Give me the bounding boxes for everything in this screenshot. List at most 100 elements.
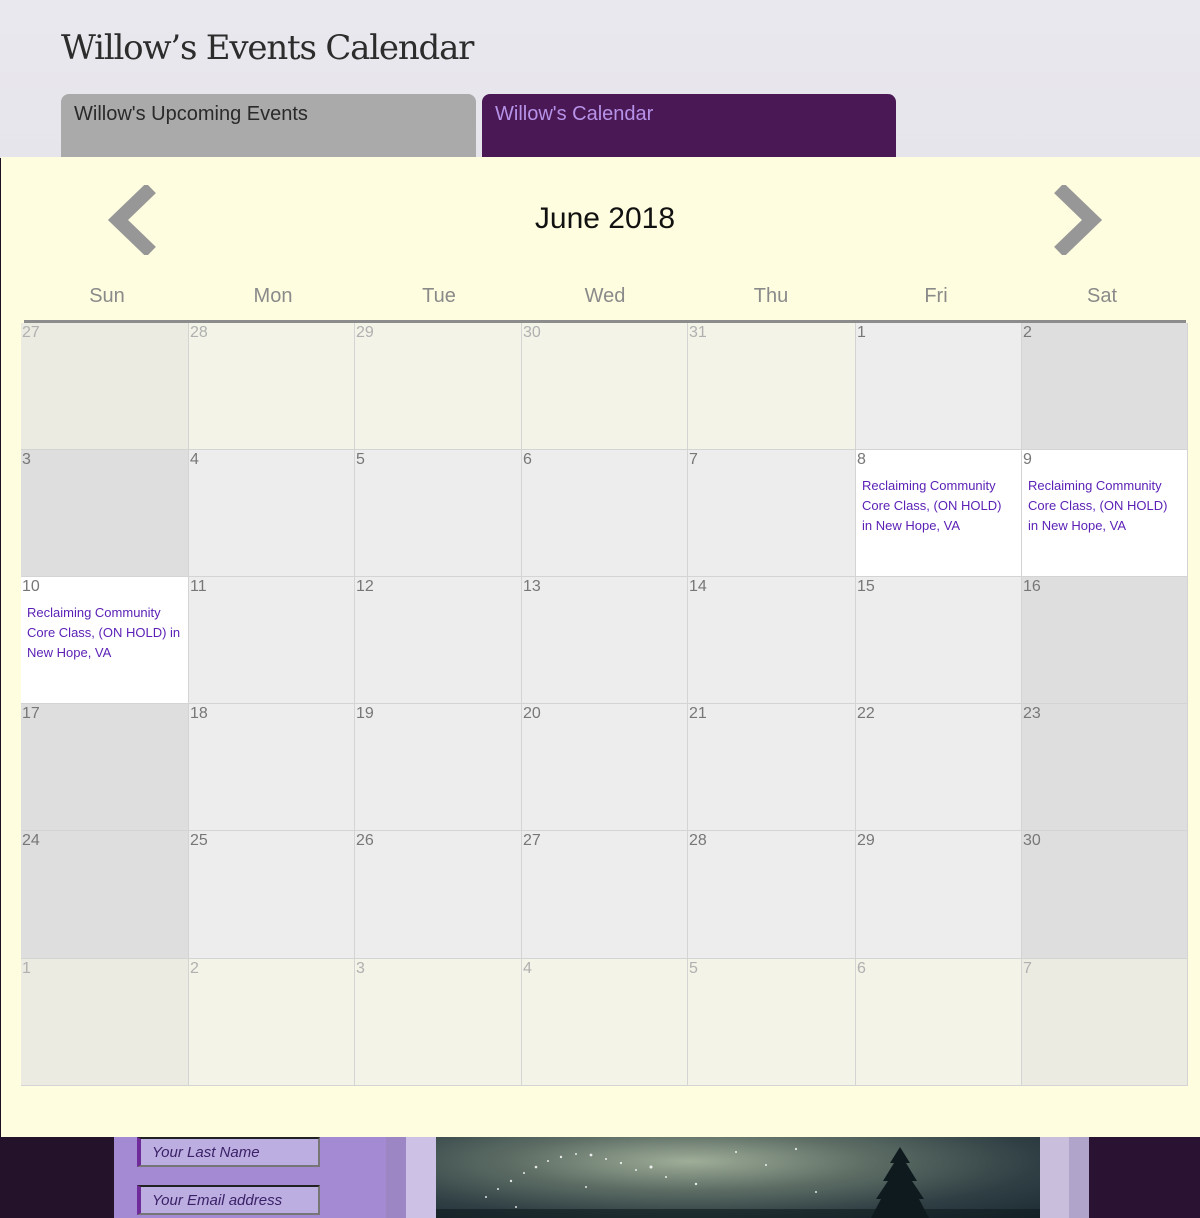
day-number: 26 bbox=[356, 832, 374, 849]
day-cell[interactable]: 19 bbox=[355, 704, 522, 831]
month-title: June 2018 bbox=[534, 202, 676, 235]
day-cell[interactable]: 27 bbox=[522, 831, 688, 959]
day-cell[interactable]: 20 bbox=[522, 704, 688, 831]
day-cell[interactable]: 6 bbox=[522, 450, 688, 577]
day-number: 5 bbox=[689, 960, 698, 977]
day-cell[interactable]: 11 bbox=[189, 577, 355, 704]
day-number: 2 bbox=[1023, 324, 1032, 341]
day-number: 27 bbox=[22, 324, 40, 341]
day-cell[interactable]: 30 bbox=[1022, 831, 1188, 959]
day-number: 3 bbox=[356, 960, 365, 977]
day-cell[interactable]: 16 bbox=[1022, 577, 1188, 704]
day-cell[interactable]: 21 bbox=[688, 704, 856, 831]
site-header: Willow’s Events Calendar Willow's Upcomi… bbox=[0, 0, 1200, 158]
event-link[interactable]: Reclaiming Community Core Class, (ON HOL… bbox=[27, 603, 182, 663]
previous-month-button[interactable] bbox=[102, 183, 162, 257]
day-cell[interactable]: 29 bbox=[856, 831, 1022, 959]
day-cell[interactable]: 1 bbox=[21, 959, 189, 1086]
day-cell[interactable]: 4 bbox=[189, 450, 355, 577]
day-cell[interactable]: 7 bbox=[688, 450, 856, 577]
day-cell[interactable]: 23 bbox=[1022, 704, 1188, 831]
day-number: 28 bbox=[190, 324, 208, 341]
day-cell[interactable]: 22 bbox=[856, 704, 1022, 831]
day-cell[interactable]: 30 bbox=[522, 323, 688, 450]
day-number: 29 bbox=[857, 832, 875, 849]
day-cell[interactable]: 27 bbox=[21, 323, 189, 450]
day-cell[interactable]: 26 bbox=[355, 831, 522, 959]
day-number: 24 bbox=[22, 832, 40, 849]
site-title: Willow’s Events Calendar bbox=[61, 28, 474, 68]
weekday-sun: Sun bbox=[89, 285, 125, 307]
day-cell[interactable]: 28 bbox=[688, 831, 856, 959]
day-cell[interactable]: 4 bbox=[522, 959, 688, 1086]
day-cell[interactable]: 12 bbox=[355, 577, 522, 704]
day-number: 12 bbox=[356, 578, 374, 595]
day-number: 20 bbox=[523, 705, 541, 722]
day-number: 27 bbox=[523, 832, 541, 849]
day-cell[interactable]: 8 Reclaiming Community Core Class, (ON HO… bbox=[856, 450, 1022, 577]
day-cell[interactable]: 25 bbox=[189, 831, 355, 959]
day-number: 18 bbox=[190, 705, 208, 722]
chevron-right-icon bbox=[1054, 183, 1103, 257]
next-month-button[interactable] bbox=[1048, 183, 1108, 257]
day-cell[interactable]: 17 bbox=[21, 704, 189, 831]
day-cell[interactable]: 6 bbox=[856, 959, 1022, 1086]
day-number: 31 bbox=[689, 324, 707, 341]
calendar-grid: 27 28 29 30 31 1 2 3 4 5 6 7 8 Reclaiming Community C… bbox=[21, 323, 1188, 1086]
day-number: 11 bbox=[190, 578, 207, 595]
day-cell[interactable]: 31 bbox=[688, 323, 856, 450]
last-name-field[interactable] bbox=[137, 1137, 320, 1167]
day-number: 9 bbox=[1023, 451, 1032, 468]
day-cell[interactable]: 2 bbox=[1022, 323, 1188, 450]
day-number: 21 bbox=[689, 705, 707, 722]
day-number: 25 bbox=[190, 832, 208, 849]
footer-decor-right bbox=[1089, 1137, 1200, 1218]
day-cell[interactable]: 13 bbox=[522, 577, 688, 704]
footer-strip bbox=[1040, 1137, 1069, 1218]
day-cell[interactable]: 5 bbox=[688, 959, 856, 1086]
weekday-wed: Wed bbox=[584, 285, 626, 307]
day-number: 22 bbox=[857, 705, 875, 722]
day-number: 7 bbox=[1023, 960, 1032, 977]
event-link[interactable]: Reclaiming Community Core Class, (ON HOL… bbox=[1028, 476, 1181, 536]
tab-calendar[interactable]: Willow's Calendar bbox=[482, 94, 896, 158]
day-cell[interactable]: 3 bbox=[355, 959, 522, 1086]
day-cell[interactable]: 28 bbox=[189, 323, 355, 450]
day-cell[interactable]: 15 bbox=[856, 577, 1022, 704]
day-number: 13 bbox=[523, 578, 541, 595]
day-cell[interactable]: 1 bbox=[856, 323, 1022, 450]
day-number: 29 bbox=[356, 324, 374, 341]
day-cell[interactable]: 14 bbox=[688, 577, 856, 704]
day-number: 10 bbox=[22, 578, 40, 595]
event-link[interactable]: Reclaiming Community Core Class, (ON HOL… bbox=[862, 476, 1015, 536]
weekday-mon: Mon bbox=[253, 285, 293, 307]
day-cell[interactable]: 2 bbox=[189, 959, 355, 1086]
day-cell[interactable]: 24 bbox=[21, 831, 189, 959]
day-number: 6 bbox=[523, 451, 532, 468]
day-cell[interactable]: 3 bbox=[21, 450, 189, 577]
weekday-tue: Tue bbox=[422, 285, 456, 307]
day-cell[interactable]: 9 Reclaiming Community Core Class, (ON HO… bbox=[1022, 450, 1188, 577]
day-cell[interactable]: 7 bbox=[1022, 959, 1188, 1086]
day-number: 17 bbox=[22, 705, 40, 722]
night-sky-illustration bbox=[436, 1147, 1040, 1218]
day-cell[interactable]: 18 bbox=[189, 704, 355, 831]
day-number: 1 bbox=[22, 960, 31, 977]
day-number: 23 bbox=[1023, 705, 1041, 722]
day-number: 3 bbox=[22, 451, 31, 468]
day-number: 1 bbox=[857, 324, 866, 341]
day-cell[interactable]: 5 bbox=[355, 450, 522, 577]
day-cell[interactable]: 29 bbox=[355, 323, 522, 450]
weekday-thu: Thu bbox=[753, 285, 789, 307]
footer-strip bbox=[386, 1137, 406, 1218]
day-number: 4 bbox=[523, 960, 532, 977]
email-field[interactable] bbox=[137, 1185, 320, 1215]
tab-upcoming-events[interactable]: Willow's Upcoming Events bbox=[61, 94, 476, 158]
day-number: 14 bbox=[689, 578, 707, 595]
day-number: 16 bbox=[1023, 578, 1041, 595]
day-cell[interactable]: 10 Reclaiming Community Core Class, (ON H… bbox=[21, 577, 189, 704]
footer-strip bbox=[406, 1137, 436, 1218]
footer-section bbox=[0, 1137, 1200, 1218]
day-number: 19 bbox=[356, 705, 374, 722]
day-number: 8 bbox=[857, 451, 866, 468]
